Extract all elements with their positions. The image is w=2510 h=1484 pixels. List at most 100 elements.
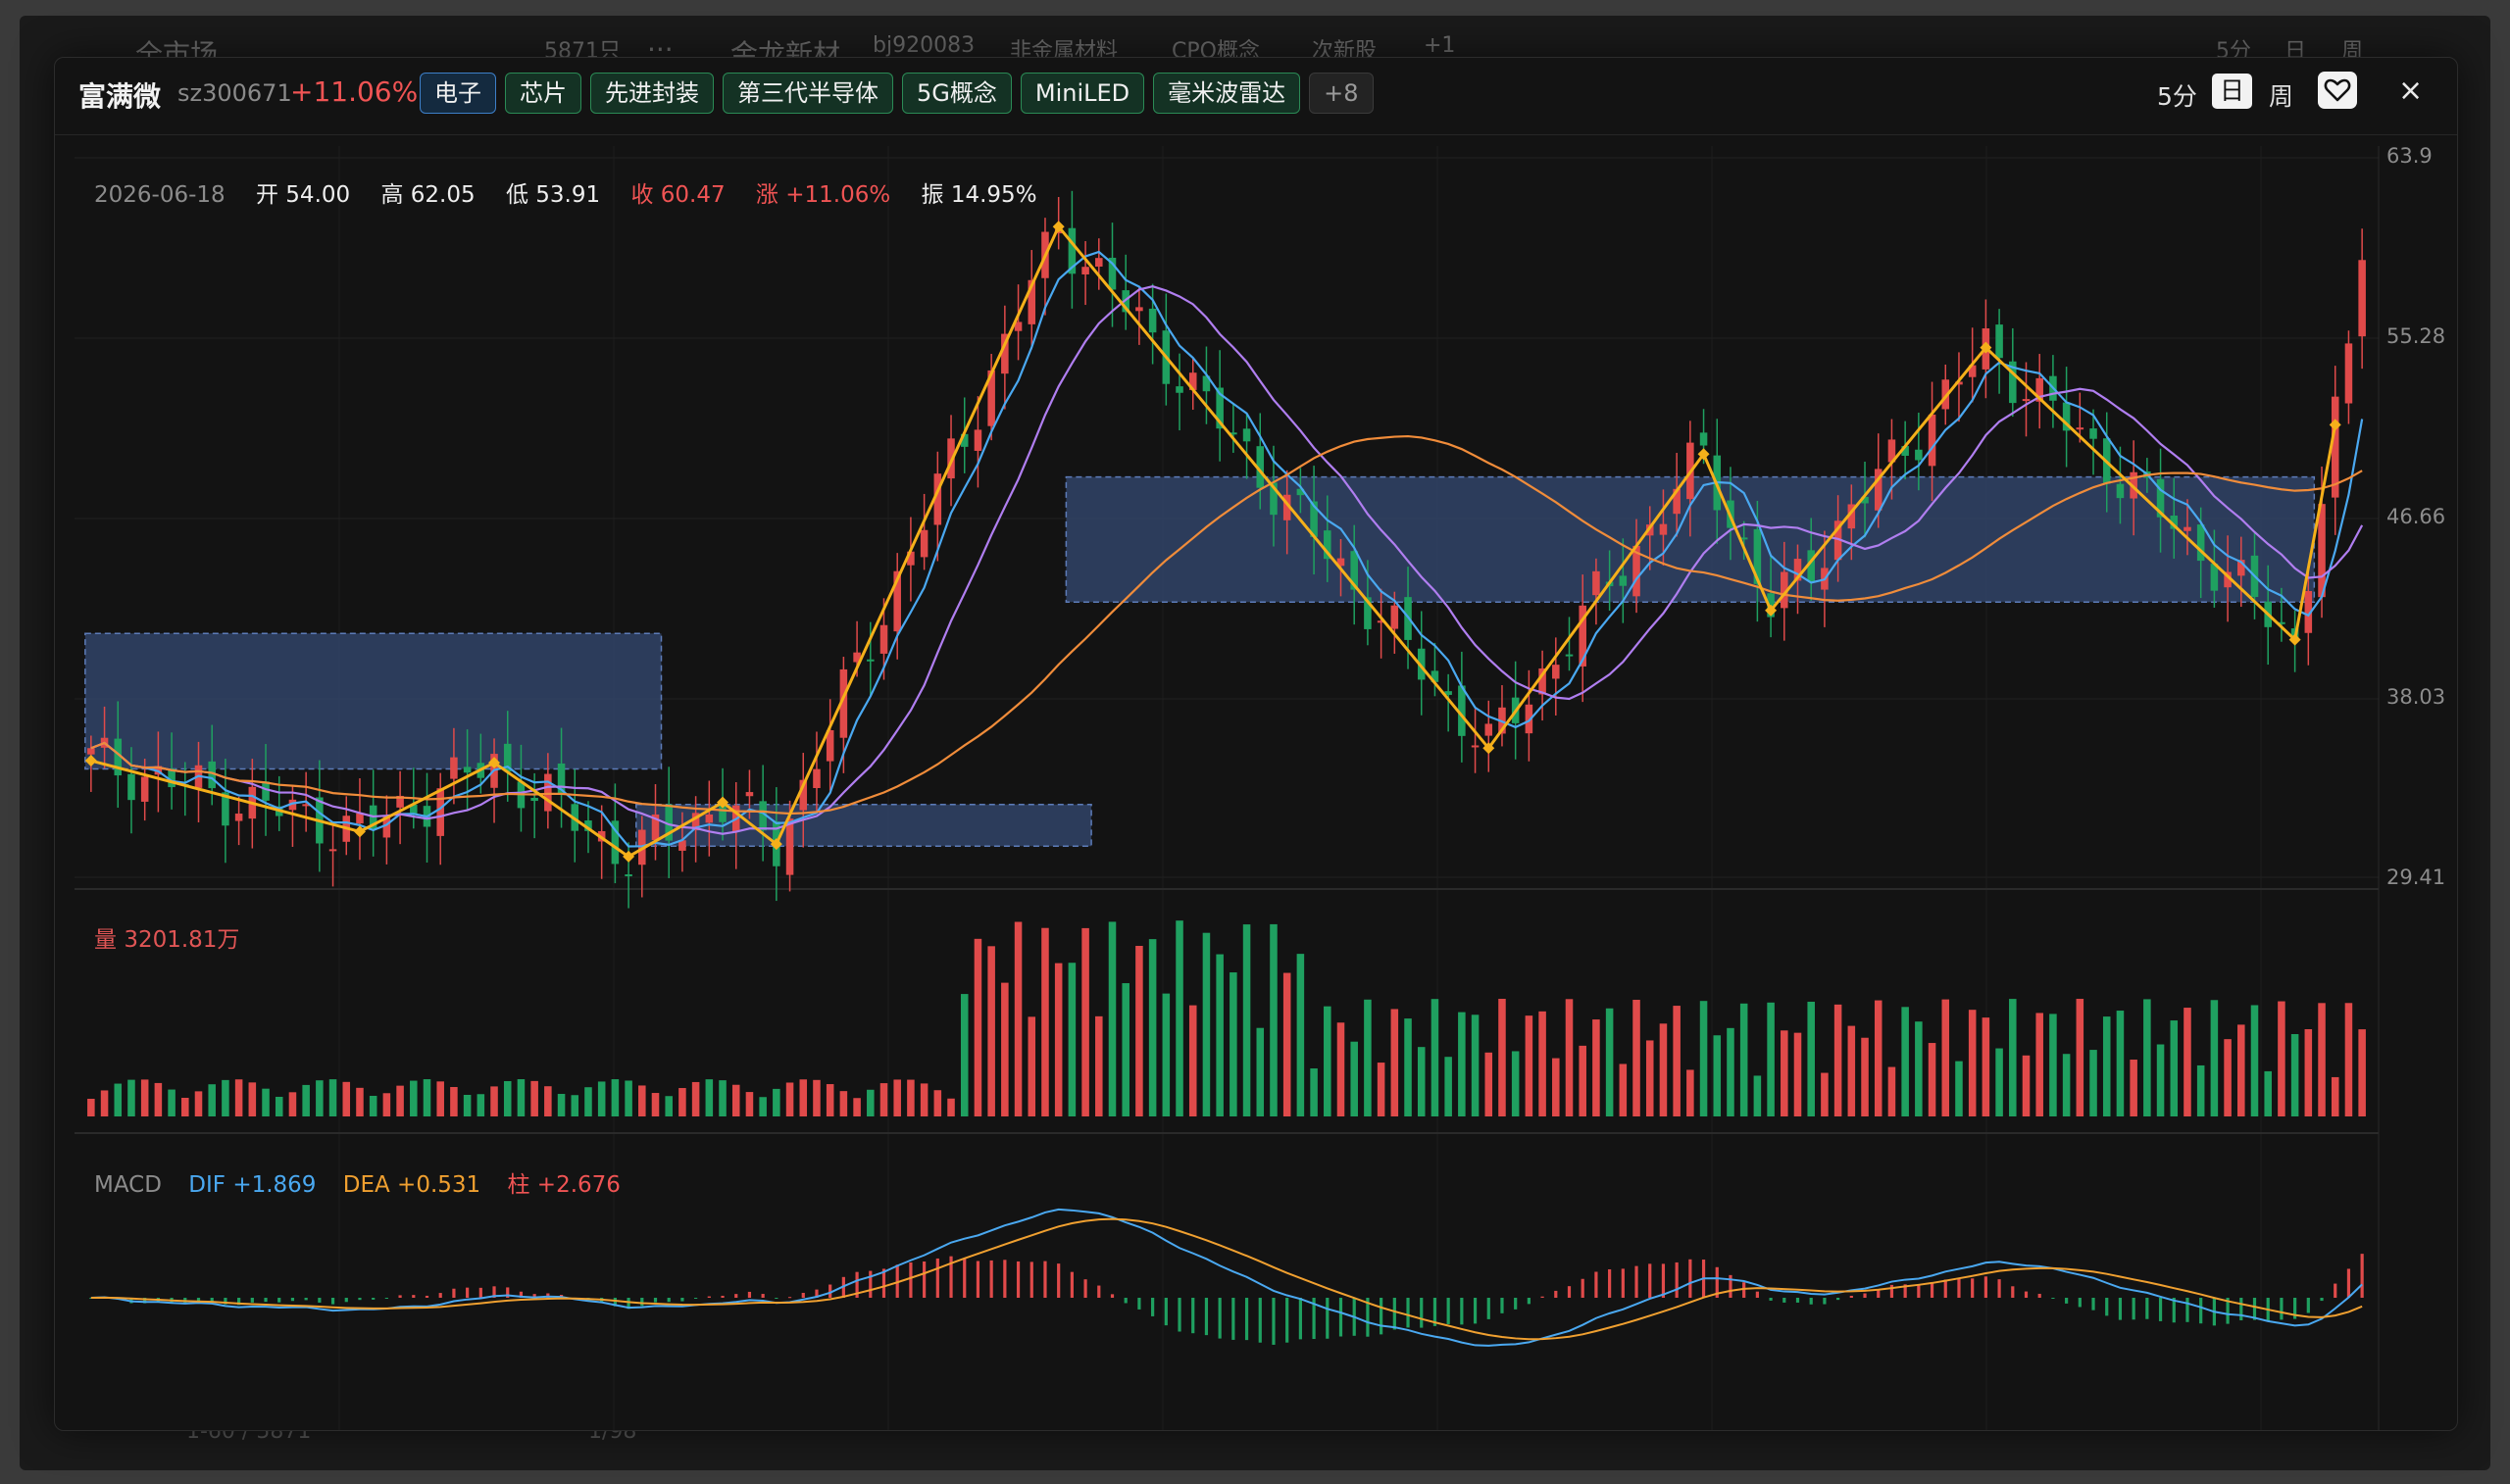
volume-bar [2224,1039,2232,1116]
volume-bar [1484,1052,1493,1116]
macd-histogram-bar [1137,1298,1141,1310]
macd-histogram-bar [640,1298,644,1307]
volume-bar [1081,927,1089,1116]
candle-body [1915,449,1923,461]
volume-bar [867,1089,875,1116]
macd-histogram-bar [478,1287,482,1298]
volume-bar [1955,1061,1963,1116]
volume-bar [1431,999,1439,1116]
volume-bar [799,1079,808,1116]
volume-bar [1390,1009,1399,1116]
macd-histogram-bar [653,1298,658,1303]
volume-bar [2210,1000,2219,1116]
candle-body [1928,414,1936,467]
volume-bar [2130,1060,2137,1116]
candle-body [127,773,135,801]
macd-histogram-bar [1446,1298,1450,1324]
macd-bar-value: +2.676 [536,1172,621,1198]
macd-histogram-bar [1500,1298,1504,1313]
candle-body [544,773,552,812]
volume-bar [920,1083,929,1116]
candle-body [785,818,794,875]
macd-histogram-bar [1634,1265,1638,1298]
volume-bar [2278,1001,2285,1116]
macd-histogram-bar [935,1258,939,1298]
candle-body [879,624,888,654]
volume-bar [1928,1043,1936,1116]
macd-histogram-bar [1527,1298,1531,1305]
volume-bar [1242,924,1251,1116]
macd-histogram-bar [290,1298,295,1302]
dif-value: +1.869 [232,1172,317,1198]
candle-body [1095,258,1103,267]
volume-bar [477,1094,485,1116]
candle-body [328,849,337,852]
dif-label: DIF [188,1172,226,1198]
macd-histogram-bar [721,1295,725,1298]
candle-body [1390,605,1399,629]
macd-histogram-bar [1675,1261,1679,1298]
volume-bar [1324,1006,1331,1116]
macd-histogram-bar [2011,1286,2015,1298]
macd-histogram-bar [1003,1260,1007,1298]
volume-bar [1767,1002,1775,1116]
volume-bar [1807,1001,1815,1116]
volume-bar [1739,1003,1748,1116]
macd-histogram-bar [1823,1298,1827,1305]
macd-histogram-bar [304,1298,308,1301]
volume-bar [1014,921,1023,1116]
macd-histogram-bar [1164,1298,1168,1326]
macd-histogram-bar [801,1292,805,1298]
volume-bar [1565,999,1574,1116]
candle-body [974,429,982,451]
volume-bar [490,1086,498,1116]
volume-bar [665,1096,673,1116]
macd-histogram-bar [1849,1295,1853,1298]
volume-bar [1538,1011,1546,1116]
volume-bar [571,1095,579,1116]
volume-bar [2009,999,2017,1116]
volume-bar [423,1079,431,1116]
macd-histogram-bar [1795,1298,1800,1303]
macd-histogram-bar [358,1298,362,1301]
volume-bar [1188,1005,1197,1116]
macd-histogram-bar [734,1294,738,1298]
macd-histogram-bar [330,1298,335,1305]
volume-bar [1122,983,1130,1116]
candle-body [1699,432,1708,446]
volume-bar [1202,932,1211,1116]
candle-body [234,814,243,821]
macd-histogram-bar [1594,1271,1598,1298]
volume-bar [1821,1072,1829,1116]
kline-modal: 富满微 sz300671 +11.06% 电子 芯片 先进封装 第三代半导体 5… [54,57,2458,1431]
macd-histogram-bar [1997,1279,2001,1298]
macd-histogram-bar [1178,1298,1181,1332]
macd-histogram-bar [1742,1282,1746,1298]
volume-bar [773,1088,780,1116]
macd-histogram-bar [277,1298,281,1303]
info-low: 53.91 [535,182,601,208]
macd-histogram-bar [2360,1254,2364,1298]
volume-bar [2022,1055,2031,1116]
volume-bar [584,1087,592,1116]
volume-bar [100,1090,109,1116]
macd-histogram-bar [2024,1291,2029,1298]
macd-histogram-bar [2105,1298,2109,1316]
macd-histogram-bar [1191,1298,1195,1334]
macd-histogram-bar [747,1291,752,1298]
macd-histogram-bar [775,1298,778,1299]
volume-bar [1471,1014,1480,1116]
volume-bar [907,1079,915,1116]
kline-chart[interactable] [55,58,2457,1430]
volume-bar [436,1081,444,1116]
macd-histogram-bar [2334,1283,2337,1298]
macd-histogram-bar [1836,1298,1840,1301]
volume-bar [1216,954,1224,1116]
volume-bar [2264,1070,2272,1116]
volume-bar [1686,1069,1694,1116]
volume-bar [1148,939,1157,1116]
macd-histogram-bar [667,1298,671,1303]
volume-info: 量 3201.81万 [94,920,239,954]
candle-body [1471,745,1480,748]
volume-bar [1068,963,1077,1116]
